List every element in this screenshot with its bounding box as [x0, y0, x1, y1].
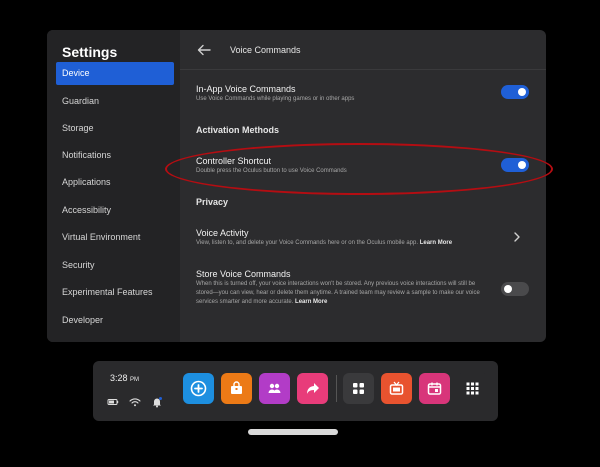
toggle-knob	[518, 88, 526, 96]
home-indicator-bar[interactable]	[248, 429, 338, 435]
voice-activity-title[interactable]: Voice Activity	[196, 228, 249, 238]
header-divider	[180, 69, 546, 70]
store-voice-commands-title: Store Voice Commands	[196, 269, 291, 279]
in-app-voice-commands-title: In-App Voice Commands	[196, 84, 296, 94]
activation-methods-header: Activation Methods	[196, 125, 280, 135]
clock: 3:28 PM	[110, 373, 139, 383]
status-icons	[107, 396, 169, 408]
voice-activity-desc: View, listen to, and delete your Voice C…	[196, 239, 492, 248]
sidebar-item-applications[interactable]: Applications	[56, 171, 174, 194]
taskbar-separator	[336, 375, 337, 402]
sidebar-title: Settings	[62, 44, 118, 60]
people-button[interactable]	[259, 373, 290, 404]
sidebar: Settings Device Guardian Storage Notific…	[47, 30, 180, 342]
apps-button[interactable]	[457, 373, 488, 404]
sidebar-item-experimental-features[interactable]: Experimental Features	[56, 281, 174, 304]
tv-button[interactable]	[381, 373, 412, 404]
apps-icon	[466, 382, 479, 395]
grid-button[interactable]	[343, 373, 374, 404]
in-app-voice-commands-desc: Use Voice Commands while playing games o…	[196, 96, 355, 102]
toggle-knob	[504, 285, 512, 293]
sidebar-item-accessibility[interactable]: Accessibility	[56, 199, 174, 222]
chevron-right-icon[interactable]	[513, 232, 521, 242]
controller-shortcut-highlight	[165, 143, 553, 195]
store-voice-commands-toggle[interactable]	[501, 282, 529, 296]
sidebar-item-security[interactable]: Security	[56, 254, 174, 277]
store-voice-commands-desc-text: When this is turned off, your voice inte…	[196, 281, 480, 305]
sidebar-item-virtual-environment[interactable]: Virtual Environment	[56, 226, 174, 249]
store-voice-commands-desc: When this is turned off, your voice inte…	[196, 280, 492, 307]
store-button[interactable]	[221, 373, 252, 404]
clock-time: 3:28	[110, 373, 128, 383]
page-title: Voice Commands	[230, 45, 301, 55]
wifi-icon[interactable]	[129, 396, 141, 408]
tv-icon	[389, 381, 404, 395]
taskbar: 3:28 PM	[93, 361, 498, 421]
battery-icon[interactable]	[107, 396, 119, 408]
people-icon	[268, 383, 281, 393]
calendar-button[interactable]	[419, 373, 450, 404]
voice-activity-desc-text: View, listen to, and delete your Voice C…	[196, 240, 419, 246]
clock-ampm: PM	[130, 377, 140, 383]
oculus-plus-button[interactable]	[183, 373, 214, 404]
sidebar-item-guardian[interactable]: Guardian	[56, 90, 174, 113]
share-icon	[307, 383, 319, 394]
sidebar-item-developer[interactable]: Developer	[56, 309, 174, 332]
sidebar-item-storage[interactable]: Storage	[56, 117, 174, 140]
share-button[interactable]	[297, 373, 328, 404]
store-bag-icon	[231, 381, 242, 394]
oculus-plus-icon	[190, 380, 207, 397]
sidebar-item-device[interactable]: Device	[56, 62, 174, 85]
voice-activity-learn-more-link[interactable]: Learn More	[420, 240, 452, 246]
back-arrow-icon[interactable]	[196, 42, 212, 58]
store-voice-commands-learn-more-link[interactable]: Learn More	[295, 299, 327, 305]
grid-icon	[353, 383, 364, 394]
calendar-icon	[427, 382, 442, 395]
notification-bell-icon[interactable]	[151, 396, 163, 408]
in-app-voice-commands-toggle[interactable]	[501, 85, 529, 99]
sidebar-item-notifications[interactable]: Notifications	[56, 144, 174, 167]
privacy-header: Privacy	[196, 197, 229, 207]
